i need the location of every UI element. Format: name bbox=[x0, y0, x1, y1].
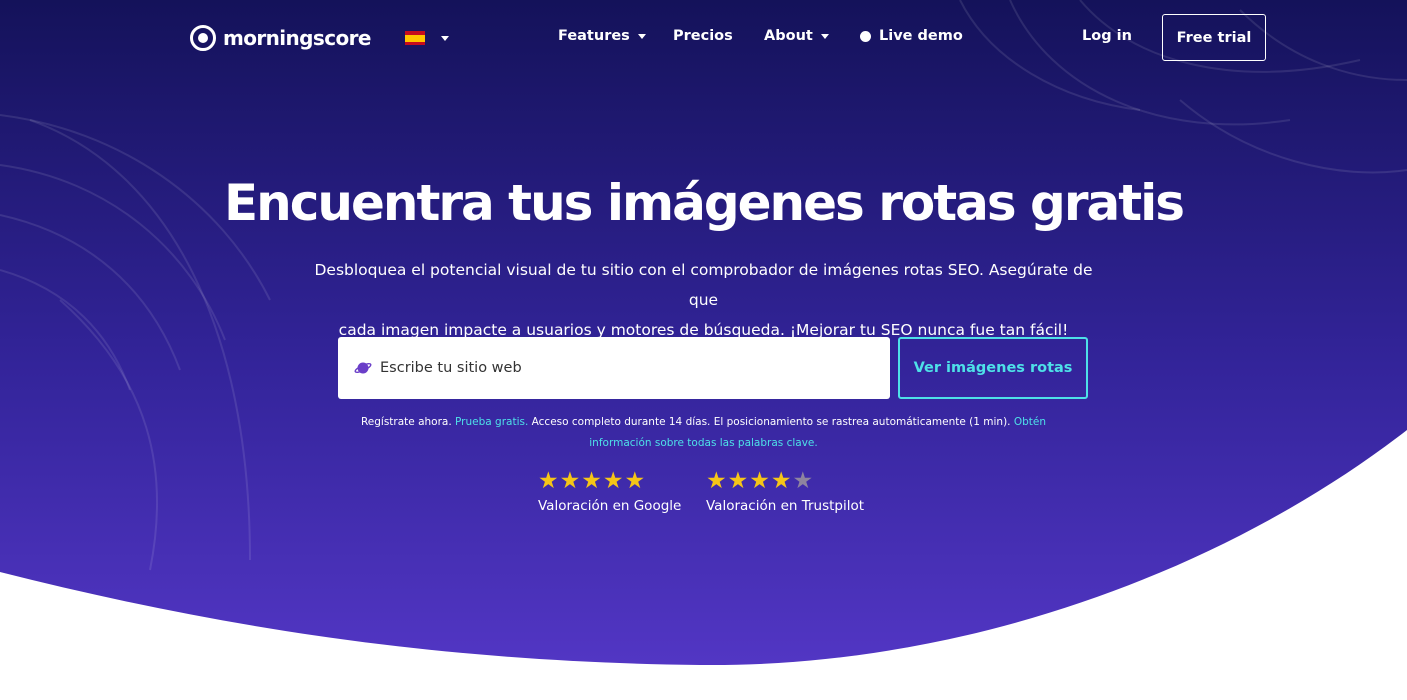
fine-print-text-2: Acceso completo durante 14 días. El posi… bbox=[528, 416, 1014, 428]
star-icon: ★ bbox=[706, 468, 727, 494]
nav-precios[interactable]: Precios bbox=[673, 28, 733, 44]
website-search-box bbox=[338, 337, 890, 399]
star-rating: ★ ★ ★ ★ ★ bbox=[538, 468, 681, 494]
star-icon: ★ bbox=[624, 468, 646, 494]
google-rating-label: Valoración en Google bbox=[538, 498, 682, 514]
nav-about-label: About bbox=[764, 28, 813, 44]
nav-features[interactable]: Features bbox=[558, 28, 646, 44]
fine-print-text-1: Regístrate ahora. bbox=[360, 416, 456, 428]
language-selector[interactable] bbox=[405, 31, 449, 45]
nav-live-demo-label: Live demo bbox=[879, 28, 963, 44]
chevron-down-icon bbox=[441, 35, 449, 41]
star-icon: ★ bbox=[770, 468, 792, 494]
nav-precios-label: Precios bbox=[673, 28, 733, 44]
page-title: Encuentra tus imágenes rotas gratis bbox=[223, 174, 1185, 232]
live-dot-icon bbox=[860, 30, 871, 42]
website-input[interactable] bbox=[380, 360, 860, 376]
chevron-down-icon bbox=[637, 33, 646, 39]
star-outline-icon: ★ bbox=[792, 468, 814, 494]
planet-icon bbox=[354, 362, 372, 374]
trustpilot-rating-label: Valoración en Trustpilot bbox=[706, 498, 865, 514]
spain-flag-icon bbox=[405, 31, 425, 45]
star-rating: ★ ★ ★ ★ ★ bbox=[706, 468, 864, 494]
trustpilot-rating: ★ ★ ★ ★ ★ Valoración en Trustpilot bbox=[706, 468, 864, 514]
star-icon: ★ bbox=[727, 468, 749, 494]
nav-features-label: Features bbox=[558, 28, 630, 44]
find-broken-images-button[interactable]: Ver imágenes rotas bbox=[898, 337, 1088, 399]
free-trial-link[interactable]: Prueba gratis. bbox=[455, 416, 528, 428]
star-icon: ★ bbox=[538, 468, 559, 494]
free-trial-button[interactable]: Free trial bbox=[1162, 14, 1266, 61]
brand-name: morningscore bbox=[223, 26, 371, 50]
google-rating: ★ ★ ★ ★ ★ Valoración en Google bbox=[538, 468, 681, 514]
star-icon: ★ bbox=[749, 468, 770, 494]
nav-live-demo[interactable]: Live demo bbox=[860, 28, 963, 44]
star-icon: ★ bbox=[559, 468, 581, 494]
hero-subtitle: Desbloquea el potencial visual de tu sit… bbox=[300, 255, 1107, 345]
star-icon: ★ bbox=[602, 468, 624, 494]
chevron-down-icon bbox=[820, 33, 829, 39]
login-link[interactable]: Log in bbox=[1082, 28, 1132, 44]
brand-logo[interactable]: morningscore bbox=[190, 24, 371, 52]
hero-subtitle-line-1: Desbloquea el potencial visual de tu sit… bbox=[314, 261, 1093, 309]
morningscore-logo-icon bbox=[190, 25, 216, 51]
star-icon: ★ bbox=[581, 468, 602, 494]
nav-about[interactable]: About bbox=[764, 28, 829, 44]
top-navigation: morningscore Features Precios About Live… bbox=[0, 0, 1407, 78]
login-label: Log in bbox=[1082, 28, 1132, 44]
signup-fine-print: Regístrate ahora. Prueba gratis. Acceso … bbox=[330, 412, 1077, 454]
